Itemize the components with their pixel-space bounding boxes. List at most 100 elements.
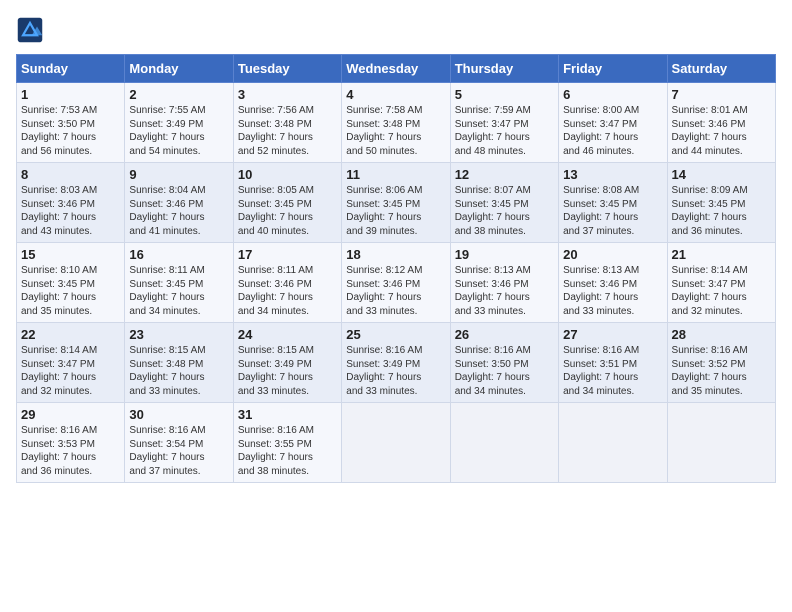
day-number: 20 bbox=[563, 247, 662, 262]
calendar-cell: 19 Sunrise: 8:13 AMSunset: 3:46 PMDayligh… bbox=[450, 243, 558, 323]
cell-info: Sunrise: 8:16 AMSunset: 3:52 PMDaylight:… bbox=[672, 344, 771, 398]
calendar-cell: 14 Sunrise: 8:09 AMSunset: 3:45 PMDayligh… bbox=[667, 163, 775, 243]
day-number: 22 bbox=[21, 327, 120, 342]
day-number: 26 bbox=[455, 327, 554, 342]
cell-info: Sunrise: 8:05 AMSunset: 3:45 PMDaylight:… bbox=[238, 184, 337, 238]
calendar-cell bbox=[342, 403, 450, 483]
day-number: 11 bbox=[346, 167, 445, 182]
day-number: 21 bbox=[672, 247, 771, 262]
day-number: 2 bbox=[129, 87, 228, 102]
cell-info: Sunrise: 8:16 AMSunset: 3:55 PMDaylight:… bbox=[238, 424, 337, 478]
calendar-cell: 9 Sunrise: 8:04 AMSunset: 3:46 PMDaylight… bbox=[125, 163, 233, 243]
cell-info: Sunrise: 8:07 AMSunset: 3:45 PMDaylight:… bbox=[455, 184, 554, 238]
cell-info: Sunrise: 7:58 AMSunset: 3:48 PMDaylight:… bbox=[346, 104, 445, 158]
calendar-cell: 16 Sunrise: 8:11 AMSunset: 3:45 PMDayligh… bbox=[125, 243, 233, 323]
calendar-cell: 23 Sunrise: 8:15 AMSunset: 3:48 PMDayligh… bbox=[125, 323, 233, 403]
cell-info: Sunrise: 8:16 AMSunset: 3:53 PMDaylight:… bbox=[21, 424, 120, 478]
day-number: 31 bbox=[238, 407, 337, 422]
calendar-table: SundayMondayTuesdayWednesdayThursdayFrid… bbox=[16, 54, 776, 483]
col-header-monday: Monday bbox=[125, 55, 233, 83]
calendar-cell: 13Sunrise: 8:08 AMSunset: 3:45 PMDayligh… bbox=[559, 163, 667, 243]
calendar-cell: 10 Sunrise: 8:05 AMSunset: 3:45 PMDayligh… bbox=[233, 163, 341, 243]
cell-info: Sunrise: 8:12 AMSunset: 3:46 PMDaylight:… bbox=[346, 264, 445, 318]
calendar-cell: 4 Sunrise: 7:58 AMSunset: 3:48 PMDaylight… bbox=[342, 83, 450, 163]
day-number: 10 bbox=[238, 167, 337, 182]
cell-info: Sunrise: 8:00 AMSunset: 3:47 PMDaylight:… bbox=[563, 104, 662, 158]
header bbox=[16, 16, 776, 44]
day-number: 15 bbox=[21, 247, 120, 262]
day-number: 27 bbox=[563, 327, 662, 342]
day-number: 4 bbox=[346, 87, 445, 102]
calendar-cell: 26 Sunrise: 8:16 AMSunset: 3:50 PMDayligh… bbox=[450, 323, 558, 403]
calendar-cell bbox=[559, 403, 667, 483]
calendar-cell: 25 Sunrise: 8:16 AMSunset: 3:49 PMDayligh… bbox=[342, 323, 450, 403]
calendar-cell: 12 Sunrise: 8:07 AMSunset: 3:45 PMDayligh… bbox=[450, 163, 558, 243]
calendar-cell: 30 Sunrise: 8:16 AMSunset: 3:54 PMDayligh… bbox=[125, 403, 233, 483]
calendar-cell: 5 Sunrise: 7:59 AMSunset: 3:47 PMDaylight… bbox=[450, 83, 558, 163]
cell-info: Sunrise: 7:59 AMSunset: 3:47 PMDaylight:… bbox=[455, 104, 554, 158]
cell-info: Sunrise: 8:16 AMSunset: 3:51 PMDaylight:… bbox=[563, 344, 662, 398]
day-number: 19 bbox=[455, 247, 554, 262]
cell-info: Sunrise: 8:14 AMSunset: 3:47 PMDaylight:… bbox=[672, 264, 771, 318]
cell-info: Sunrise: 8:14 AMSunset: 3:47 PMDaylight:… bbox=[21, 344, 120, 398]
calendar-cell bbox=[450, 403, 558, 483]
day-number: 12 bbox=[455, 167, 554, 182]
calendar-cell bbox=[667, 403, 775, 483]
day-number: 25 bbox=[346, 327, 445, 342]
calendar-cell: 15Sunrise: 8:10 AMSunset: 3:45 PMDayligh… bbox=[17, 243, 125, 323]
cell-info: Sunrise: 8:16 AMSunset: 3:50 PMDaylight:… bbox=[455, 344, 554, 398]
logo-icon bbox=[16, 16, 44, 44]
cell-info: Sunrise: 8:16 AMSunset: 3:49 PMDaylight:… bbox=[346, 344, 445, 398]
cell-info: Sunrise: 8:04 AMSunset: 3:46 PMDaylight:… bbox=[129, 184, 228, 238]
col-header-tuesday: Tuesday bbox=[233, 55, 341, 83]
calendar-cell: 21 Sunrise: 8:14 AMSunset: 3:47 PMDayligh… bbox=[667, 243, 775, 323]
day-number: 3 bbox=[238, 87, 337, 102]
calendar-cell: 3 Sunrise: 7:56 AMSunset: 3:48 PMDaylight… bbox=[233, 83, 341, 163]
calendar-cell: 6 Sunrise: 8:00 AMSunset: 3:47 PMDaylight… bbox=[559, 83, 667, 163]
day-number: 7 bbox=[672, 87, 771, 102]
cell-info: Sunrise: 8:11 AMSunset: 3:45 PMDaylight:… bbox=[129, 264, 228, 318]
day-number: 5 bbox=[455, 87, 554, 102]
calendar-cell: 1 Sunrise: 7:53 AMSunset: 3:50 PMDaylight… bbox=[17, 83, 125, 163]
day-number: 9 bbox=[129, 167, 228, 182]
day-number: 23 bbox=[129, 327, 228, 342]
cell-info: Sunrise: 8:15 AMSunset: 3:48 PMDaylight:… bbox=[129, 344, 228, 398]
cell-info: Sunrise: 8:11 AMSunset: 3:46 PMDaylight:… bbox=[238, 264, 337, 318]
day-number: 14 bbox=[672, 167, 771, 182]
calendar-cell: 20 Sunrise: 8:13 AMSunset: 3:46 PMDayligh… bbox=[559, 243, 667, 323]
day-number: 1 bbox=[21, 87, 120, 102]
calendar-cell: 18Sunrise: 8:12 AMSunset: 3:46 PMDayligh… bbox=[342, 243, 450, 323]
day-number: 6 bbox=[563, 87, 662, 102]
day-number: 24 bbox=[238, 327, 337, 342]
cell-info: Sunrise: 8:13 AMSunset: 3:46 PMDaylight:… bbox=[455, 264, 554, 318]
col-header-friday: Friday bbox=[559, 55, 667, 83]
day-number: 30 bbox=[129, 407, 228, 422]
col-header-sunday: Sunday bbox=[17, 55, 125, 83]
calendar-cell: 7 Sunrise: 8:01 AMSunset: 3:46 PMDaylight… bbox=[667, 83, 775, 163]
cell-info: Sunrise: 7:55 AMSunset: 3:49 PMDaylight:… bbox=[129, 104, 228, 158]
day-number: 8 bbox=[21, 167, 120, 182]
cell-info: Sunrise: 8:09 AMSunset: 3:45 PMDaylight:… bbox=[672, 184, 771, 238]
col-header-thursday: Thursday bbox=[450, 55, 558, 83]
calendar-cell: 31 Sunrise: 8:16 AMSunset: 3:55 PMDayligh… bbox=[233, 403, 341, 483]
calendar-cell: 17 Sunrise: 8:11 AMSunset: 3:46 PMDayligh… bbox=[233, 243, 341, 323]
day-number: 16 bbox=[129, 247, 228, 262]
calendar-cell: 29 Sunrise: 8:16 AMSunset: 3:53 PMDayligh… bbox=[17, 403, 125, 483]
cell-info: Sunrise: 7:56 AMSunset: 3:48 PMDaylight:… bbox=[238, 104, 337, 158]
calendar-cell: 24 Sunrise: 8:15 AMSunset: 3:49 PMDayligh… bbox=[233, 323, 341, 403]
day-number: 17 bbox=[238, 247, 337, 262]
cell-info: Sunrise: 8:13 AMSunset: 3:46 PMDaylight:… bbox=[563, 264, 662, 318]
calendar-cell: 2 Sunrise: 7:55 AMSunset: 3:49 PMDaylight… bbox=[125, 83, 233, 163]
col-header-saturday: Saturday bbox=[667, 55, 775, 83]
cell-info: Sunrise: 7:53 AMSunset: 3:50 PMDaylight:… bbox=[21, 104, 120, 158]
cell-info: Sunrise: 8:15 AMSunset: 3:49 PMDaylight:… bbox=[238, 344, 337, 398]
cell-info: Sunrise: 8:06 AMSunset: 3:45 PMDaylight:… bbox=[346, 184, 445, 238]
col-header-wednesday: Wednesday bbox=[342, 55, 450, 83]
day-number: 29 bbox=[21, 407, 120, 422]
calendar-cell: 28Sunrise: 8:16 AMSunset: 3:52 PMDayligh… bbox=[667, 323, 775, 403]
cell-info: Sunrise: 8:16 AMSunset: 3:54 PMDaylight:… bbox=[129, 424, 228, 478]
logo bbox=[16, 16, 48, 44]
cell-info: Sunrise: 8:03 AMSunset: 3:46 PMDaylight:… bbox=[21, 184, 120, 238]
cell-info: Sunrise: 8:01 AMSunset: 3:46 PMDaylight:… bbox=[672, 104, 771, 158]
day-number: 13 bbox=[563, 167, 662, 182]
